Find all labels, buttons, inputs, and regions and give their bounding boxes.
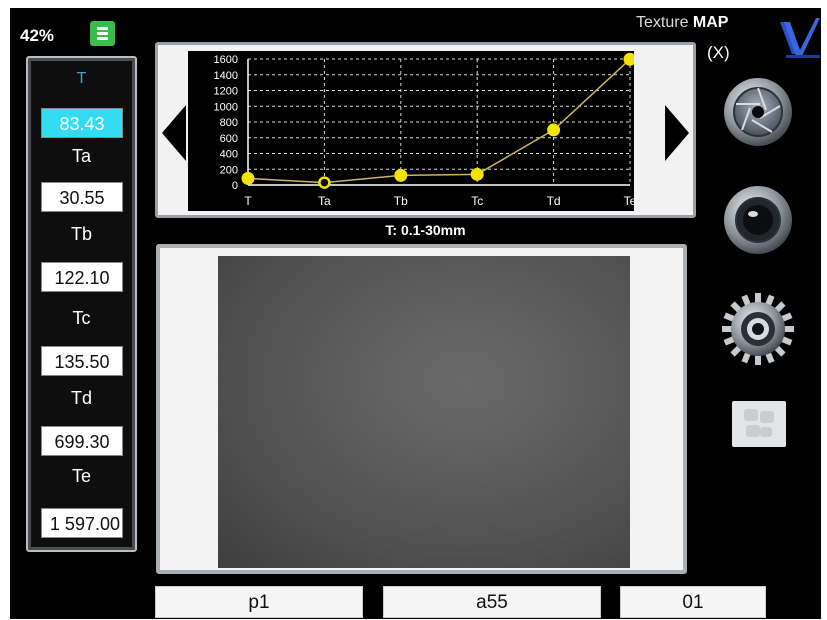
line-chart: 0 200 400 600 800 1000 1200 1400 1600 T Ta Tb Tc Td Te [214,52,637,208]
x-tick-label: Tb [394,194,408,208]
y-tick-label: 1600 [214,54,238,66]
texture-image [218,256,630,568]
data-point [394,168,408,182]
field-p[interactable]: p1 [155,586,363,618]
camera-lens-icon[interactable] [722,184,794,256]
field-a[interactable]: a55 [383,586,601,618]
data-point [318,176,331,189]
data-point [470,167,484,181]
y-tick-label: 0 [232,180,238,192]
chart-caption: T: 0.1-30mm [385,222,466,238]
param-value-te[interactable]: 1 597.00 [41,508,123,538]
x-tick-label: T [244,194,252,208]
logo-icon [780,18,820,58]
series-line [247,58,631,184]
image-frame [156,244,687,574]
x-tick-label: Tc [471,194,483,208]
x-tick-label: Ta [318,194,331,208]
data-point [241,171,255,185]
battery-percentage: 42% [20,26,55,45]
param-label-tb: Tb [70,224,92,244]
param-label-ta: Ta [71,146,91,166]
param-value-t[interactable]: 83.43 [41,108,123,138]
param-label-tc: Tc [72,308,91,328]
x-tick-label: Te [624,194,634,208]
param-label-t: T [76,70,87,87]
param-label-te: Te [71,466,91,486]
field-index[interactable]: 01 [620,586,766,618]
previous-arrow-icon[interactable] [162,105,186,161]
parameter-panel: T 83.43 Ta 30.55 Tb 122.10 Tc 135.50 Td … [26,56,137,552]
data-point [623,52,637,66]
chart-frame: 0 200 400 600 800 1000 1200 1400 1600 T Ta Tb Tc Td Te [155,42,696,218]
y-tick-label: 1200 [214,86,238,98]
image-tile-icon[interactable] [732,401,786,447]
x-tick-label: Td [547,194,561,208]
close-button[interactable]: (X) [707,43,730,63]
param-value-ta[interactable]: 30.55 [41,182,123,212]
y-tick-label: 600 [220,133,238,145]
y-tick-label: 400 [220,149,238,161]
app-title-bold: MAP [692,14,729,31]
app-title-prefix: Texture [636,14,689,31]
data-point [547,123,561,137]
chart-plot-area: 0 200 400 600 800 1000 1200 1400 1600 T Ta Tb Tc Td Te [188,51,637,211]
aperture-icon[interactable] [722,76,794,148]
param-value-tc[interactable]: 135.50 [41,346,123,376]
param-value-td[interactable]: 699.30 [41,426,123,456]
y-tick-label: 200 [220,164,238,176]
y-tick-label: 1000 [214,101,238,113]
next-arrow-icon[interactable] [665,105,689,161]
settings-gear-icon[interactable] [722,293,794,365]
y-tick-label: 800 [220,117,238,129]
param-value-tb[interactable]: 122.10 [41,262,123,292]
screen: 42% T 83.43 Ta 30.55 Tb 122.10 Tc 135.50… [10,8,821,619]
app-title: Texture MAP [636,14,728,32]
y-tick-label: 1400 [214,70,238,82]
param-label-td: Td [70,388,92,408]
battery-icon [90,21,115,46]
